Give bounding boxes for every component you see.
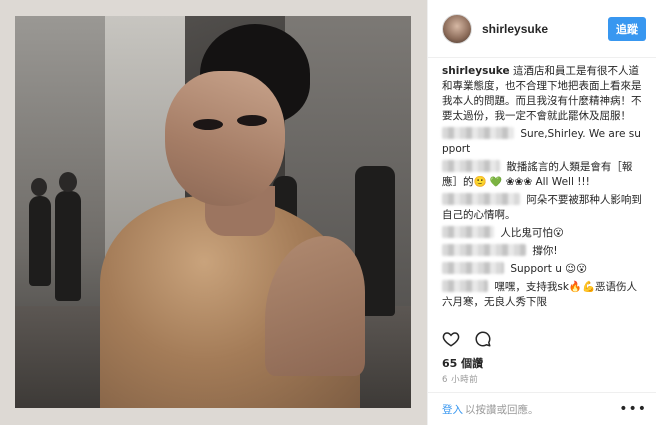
avatar[interactable] [442, 13, 472, 44]
list-item: 嘿嘿，支持我sk🔥💪恶语伤人六月寒，无良人秀下限 [442, 280, 646, 310]
comment-text-extra: ❀❀❀ All Well !!! [505, 176, 590, 188]
comment-text: 撐你! [532, 245, 558, 257]
photo-eye [193, 119, 223, 130]
caption: shirleysuke 這酒店和員工是有很不人道和專業態度，也不合理下地把表面上… [442, 64, 646, 124]
list-item: 人比鬼可怕😮 [442, 226, 646, 241]
list-item: 散播謠言的人類是會有［報應］的🙂 💚 ❀❀❀ All Well !!! [442, 160, 646, 190]
comment-text: Support u 😉😮 [510, 263, 588, 275]
blurred-username[interactable] [442, 160, 500, 172]
blurred-username[interactable] [442, 262, 504, 274]
list-item: 阿朵不要被那种人影响到自己的心情啊。 [442, 193, 646, 223]
comments-list: shirleysuke 這酒店和員工是有很不人道和專業態度，也不合理下地把表面上… [428, 58, 656, 312]
login-prompt: 以按讚或回應。 [465, 403, 539, 416]
post-timestamp[interactable]: 6 小時前 [442, 373, 478, 385]
post-sidebar: shirleysuke 追蹤 shirleysuke 這酒店和員工是有很不人道和… [427, 0, 656, 425]
comment-text: 人比鬼可怕😮 [500, 227, 564, 239]
header-username[interactable]: shirleysuke [482, 22, 608, 36]
blurred-username[interactable] [442, 193, 520, 205]
login-footer: 登入 以按讚或回應。 ••• [428, 392, 656, 425]
more-options-icon[interactable]: ••• [619, 401, 647, 417]
blurred-username[interactable] [442, 127, 514, 139]
blurred-username[interactable] [442, 244, 526, 256]
heart-icon[interactable] [442, 330, 460, 348]
login-link[interactable]: 登入 [442, 402, 463, 417]
post-header: shirleysuke 追蹤 [428, 0, 656, 58]
comment-icon[interactable] [474, 330, 492, 348]
post-photo-pane [0, 0, 427, 425]
blurred-username[interactable] [442, 280, 488, 292]
post-photo[interactable] [15, 16, 411, 408]
photo-eye [237, 115, 267, 126]
follow-button[interactable]: 追蹤 [608, 16, 646, 41]
list-item: Support u 😉😮 [442, 262, 646, 277]
caption-username[interactable]: shirleysuke [442, 65, 510, 77]
comment-emoji: 💚 [489, 177, 503, 188]
post-actions [442, 330, 492, 348]
list-item: Sure,Shirley. We are support [442, 127, 646, 157]
photo-bg-head [59, 172, 77, 192]
photo-bg-head [31, 178, 47, 196]
photo-face [165, 71, 285, 206]
photo-bg-person [55, 191, 81, 301]
like-count[interactable]: 65 個讚 [442, 355, 483, 371]
list-item: 撐你! [442, 244, 646, 259]
blurred-username[interactable] [442, 226, 494, 238]
photo-bg-person [29, 196, 51, 286]
